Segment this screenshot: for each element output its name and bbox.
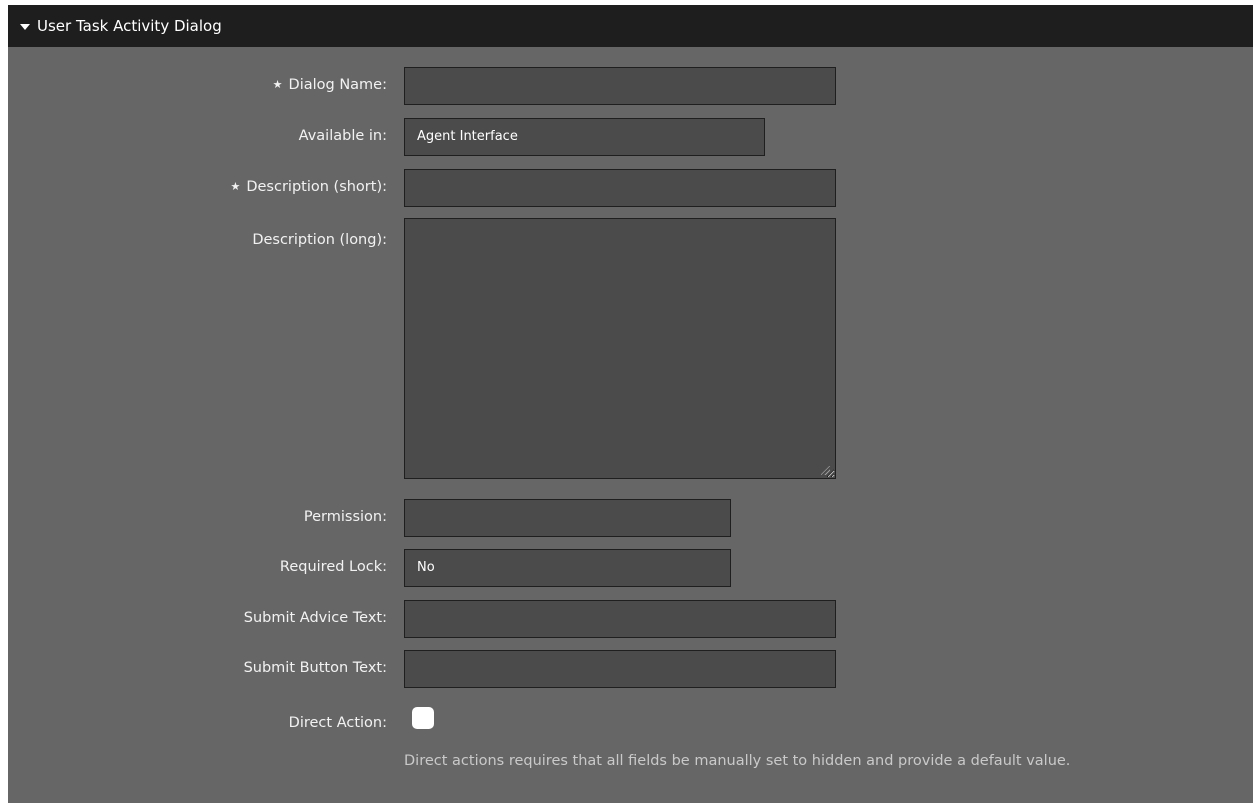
direct-action-row: Direct Action:	[8, 705, 1253, 735]
description-long-row: Description (long):	[8, 218, 1253, 480]
description-long-label: Description (long):	[252, 232, 387, 248]
user-task-activity-dialog-panel: User Task Activity Dialog ★ Dialog Name: …	[8, 5, 1253, 803]
required-star-icon: ★	[230, 180, 241, 193]
description-long-textarea[interactable]	[404, 218, 836, 479]
required-lock-row: Required Lock: No	[8, 549, 1253, 587]
available-in-select[interactable]: Agent Interface	[404, 118, 765, 156]
collapse-triangle-icon	[20, 23, 30, 30]
required-lock-label: Required Lock:	[279, 559, 387, 575]
submit-advice-text-input[interactable]	[404, 600, 836, 638]
direct-action-hint: Direct actions requires that all fields …	[404, 753, 1071, 769]
description-short-label: ★ Description (short):	[230, 179, 387, 195]
panel-title: User Task Activity Dialog	[37, 17, 222, 35]
direct-action-checkbox[interactable]	[412, 707, 434, 729]
submit-advice-text-label: Submit Advice Text:	[243, 610, 387, 626]
available-in-row: Available in: Agent Interface	[8, 118, 1253, 156]
dialog-name-input[interactable]	[404, 67, 836, 105]
description-short-input[interactable]	[404, 169, 836, 207]
dialog-name-row: ★ Dialog Name:	[8, 67, 1253, 105]
dialog-name-label: ★ Dialog Name:	[272, 77, 387, 93]
required-lock-select[interactable]: No	[404, 549, 731, 587]
required-star-icon: ★	[272, 78, 283, 91]
submit-button-text-label: Submit Button Text:	[243, 660, 387, 676]
description-short-row: ★ Description (short):	[8, 169, 1253, 207]
permission-row: Permission:	[8, 499, 1253, 537]
submit-button-text-input[interactable]	[404, 650, 836, 688]
available-in-label: Available in:	[298, 128, 387, 144]
panel-header-toggle[interactable]: User Task Activity Dialog	[8, 5, 1253, 47]
direct-action-label: Direct Action:	[288, 715, 387, 731]
submit-advice-text-row: Submit Advice Text:	[8, 600, 1253, 638]
submit-button-text-row: Submit Button Text:	[8, 650, 1253, 688]
permission-label: Permission:	[303, 509, 387, 525]
permission-select[interactable]	[404, 499, 731, 537]
